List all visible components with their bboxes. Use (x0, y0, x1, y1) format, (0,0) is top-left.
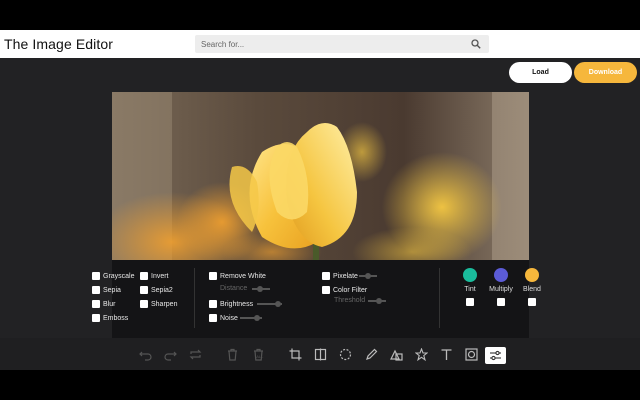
blend-checkbox[interactable] (528, 298, 536, 306)
svg-text:ALL: ALL (256, 354, 264, 359)
blend-label: Blend (523, 286, 541, 293)
shape-icon[interactable] (388, 346, 404, 362)
tint-checkbox[interactable] (466, 298, 474, 306)
checkbox[interactable] (322, 286, 330, 294)
distance-slider[interactable] (252, 286, 270, 292)
draw-icon[interactable] (363, 346, 379, 362)
slider-knob[interactable] (275, 301, 281, 307)
undo-icon[interactable] (137, 346, 153, 362)
rotate-icon[interactable] (337, 346, 353, 362)
image-canvas[interactable] (112, 92, 529, 260)
distance-label: Distance (220, 285, 248, 292)
pixelate-slider[interactable] (359, 273, 377, 279)
tulip-photo (112, 92, 529, 260)
divider (439, 268, 440, 328)
header-bar: The Image Editor (0, 30, 640, 58)
slider-knob[interactable] (376, 298, 382, 304)
filter-blur[interactable]: Blur (92, 300, 115, 308)
threshold-slider[interactable] (368, 298, 386, 304)
bottom-bar (0, 370, 640, 400)
multiply-checkbox[interactable] (497, 298, 505, 306)
checkbox[interactable] (209, 272, 217, 280)
tint-color-swatch[interactable] (463, 268, 477, 282)
filter-invert[interactable]: Invert (140, 272, 169, 280)
filter-noise[interactable]: Noise (209, 314, 238, 322)
text-icon[interactable] (438, 346, 454, 362)
filter-pixelate[interactable]: Pixelate (322, 272, 358, 280)
multiply-color-swatch[interactable] (494, 268, 508, 282)
checkbox[interactable] (209, 314, 217, 322)
filter-grayscale[interactable]: Grayscale (92, 272, 135, 280)
filter-remove-white[interactable]: Remove White (209, 272, 266, 280)
filter-emboss[interactable]: Emboss (92, 314, 128, 322)
flip-icon[interactable] (312, 346, 328, 362)
checkbox[interactable] (92, 286, 100, 294)
filter-color-filter[interactable]: Color Filter (322, 286, 367, 294)
app-title: The Image Editor (4, 36, 113, 52)
delete-icon[interactable] (224, 346, 240, 362)
checkbox[interactable] (140, 286, 148, 294)
filter-brightness[interactable]: Brightness (209, 300, 253, 308)
filter-icon[interactable] (485, 347, 506, 364)
search-box (195, 35, 489, 53)
repeat-icon[interactable] (187, 346, 203, 362)
slider-knob[interactable] (257, 286, 263, 292)
checkbox[interactable] (322, 272, 330, 280)
slider-knob[interactable] (254, 315, 260, 321)
slider-knob[interactable] (365, 273, 371, 279)
checkbox[interactable] (140, 272, 148, 280)
crop-icon[interactable] (287, 346, 303, 362)
checkbox[interactable] (209, 300, 217, 308)
filter-panel: Grayscale Sepia Blur Emboss Invert Sepia… (92, 260, 541, 338)
redo-icon[interactable] (162, 346, 178, 362)
checkbox[interactable] (140, 300, 148, 308)
delete-all-icon[interactable]: ALL (250, 346, 266, 362)
tool-bar: ALL (0, 338, 640, 370)
app-window: The Image Editor Load Download (0, 0, 640, 400)
load-button[interactable]: Load (509, 62, 572, 83)
checkbox[interactable] (92, 272, 100, 280)
filter-sepia[interactable]: Sepia (92, 286, 121, 294)
editor-workspace: Load Download Grayscale Sepia Blur Embos… (0, 58, 640, 338)
brightness-slider[interactable] (257, 301, 282, 307)
threshold-label: Threshold (334, 297, 366, 304)
search-input[interactable] (195, 35, 465, 53)
search-icon[interactable] (471, 39, 481, 49)
blend-color-swatch[interactable] (525, 268, 539, 282)
download-button[interactable]: Download (574, 62, 637, 83)
divider (194, 268, 195, 328)
checkbox[interactable] (92, 314, 100, 322)
filter-sharpen[interactable]: Sharpen (140, 300, 177, 308)
checkbox[interactable] (92, 300, 100, 308)
filter-sepia2[interactable]: Sepia2 (140, 286, 173, 294)
mask-icon[interactable] (463, 346, 479, 362)
noise-slider[interactable] (240, 315, 262, 321)
star-icon[interactable] (413, 346, 429, 362)
